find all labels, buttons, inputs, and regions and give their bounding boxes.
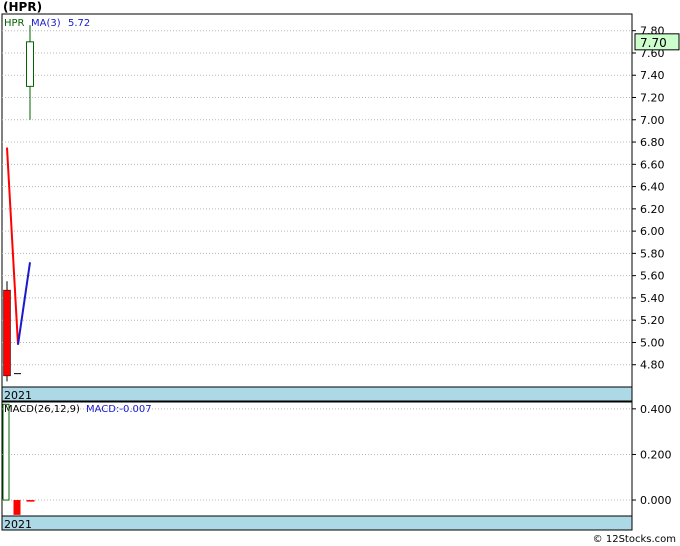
macd-tick-label: 0.200 [640,448,672,461]
last-price-label: 7.70 [640,36,667,50]
legend-ma-value: 5.72 [68,18,90,29]
price-tick-label: 4.80 [640,359,665,372]
price-x-label: 2021 [4,389,32,402]
price-tick-label: 6.40 [640,181,665,194]
chart: 7.807.607.407.207.006.806.606.406.206.00… [1,13,680,531]
macd-bar [26,500,35,502]
price-tick-label: 6.80 [640,136,665,149]
price-tick-label: 5.40 [640,292,665,305]
macd-bar [2,403,10,501]
macd-legend-name: MACD(26,12,9) [4,404,80,415]
macd-tick-label: 0.400 [640,403,672,416]
footer-credit: © 12Stocks.com [592,534,676,545]
price-tick-label: 7.20 [640,92,665,105]
price-panel-frame [1,13,633,388]
macd-legend-value: MACD:-0.007 [86,404,152,415]
price-tick-label: 5.00 [640,336,665,349]
macd-date-band [1,515,633,531]
macd-x-label: 2021 [4,518,32,531]
price-tick-label: 7.40 [640,69,665,82]
legend-ma-label: MA(3) [31,18,61,29]
macd-bar [13,500,21,515]
price-tick-label: 6.00 [640,225,665,238]
price-tick-label: 7.00 [640,114,665,127]
macd-tick-label: 0.000 [640,494,672,507]
price-tick-label: 5.60 [640,270,665,283]
price-tick-label: 5.80 [640,247,665,260]
price-tick-label: 5.20 [640,314,665,327]
macd-panel-frame [1,401,633,517]
price-tick-label: 6.60 [640,158,665,171]
price-tick-label: 6.20 [640,203,665,216]
legend-ticker: HPR [4,18,25,29]
candle-body [3,289,11,377]
candle-body [26,41,34,87]
price-date-band [1,386,633,402]
